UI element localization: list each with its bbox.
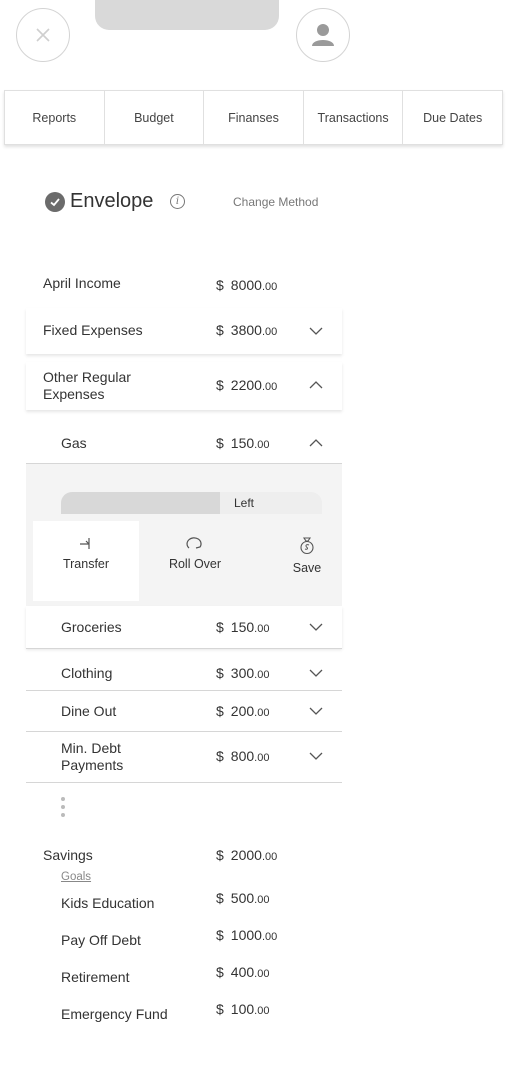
goal-amount: $1000.00 xyxy=(216,927,278,943)
roll-over-icon xyxy=(186,537,202,549)
goal-amount: $400.00 xyxy=(216,964,270,980)
profile-button[interactable] xyxy=(296,8,350,62)
money-bag-icon xyxy=(300,537,314,555)
savings-label: Savings xyxy=(43,847,93,863)
tab-budget[interactable]: Budget xyxy=(105,91,205,144)
info-icon[interactable]: i xyxy=(170,194,185,209)
transfer-icon xyxy=(80,538,90,549)
close-button[interactable] xyxy=(16,8,70,62)
chevron-down-icon[interactable] xyxy=(309,668,323,678)
fixed-expenses-label: Fixed Expenses xyxy=(43,322,143,338)
divider xyxy=(26,782,342,783)
income-label: April Income xyxy=(43,275,121,291)
check-icon xyxy=(45,192,65,212)
chevron-up-icon[interactable] xyxy=(309,438,323,448)
chevron-down-icon[interactable] xyxy=(309,751,323,761)
goal-label: Emergency Fund xyxy=(61,1006,168,1022)
goal-amount: $500.00 xyxy=(216,890,270,906)
other-regular-expenses-amount: $2200.00 xyxy=(216,377,278,393)
goals-link[interactable]: Goals xyxy=(61,871,91,883)
other-regular-expenses-label: Other Regular Expenses xyxy=(43,369,131,402)
page-title: Envelope xyxy=(70,190,154,212)
divider xyxy=(26,648,342,649)
close-icon xyxy=(36,28,50,42)
roll-over-button[interactable]: Roll Over xyxy=(142,521,248,601)
divider xyxy=(26,690,342,691)
goal-amount: $100.00 xyxy=(216,1001,270,1017)
dine-out-amount: $200.00 xyxy=(216,703,270,719)
clothing-label: Clothing xyxy=(61,665,113,681)
goal-label: Retirement xyxy=(61,969,130,985)
min-debt-payments-label: Min. Debt Payments xyxy=(61,740,124,773)
transfer-button[interactable]: Transfer xyxy=(33,521,139,601)
gas-progress-used xyxy=(61,492,221,514)
tab-bar: Reports Budget Finanses Transactions Due… xyxy=(4,90,503,145)
income-amount: $8000.00 xyxy=(216,277,278,293)
save-button[interactable]: Save xyxy=(254,521,360,601)
savings-amount: $2000.00 xyxy=(216,847,278,863)
change-method-link[interactable]: Change Method xyxy=(233,195,318,209)
gas-label: Gas xyxy=(61,435,87,451)
chevron-down-icon[interactable] xyxy=(309,326,323,336)
clothing-amount: $300.00 xyxy=(216,665,270,681)
groceries-amount: $150.00 xyxy=(216,619,270,635)
tab-transactions[interactable]: Transactions xyxy=(304,91,404,144)
tab-reports[interactable]: Reports xyxy=(5,91,105,144)
chevron-up-icon[interactable] xyxy=(309,380,323,390)
goal-label: Kids Education xyxy=(61,895,155,911)
tab-due-dates[interactable]: Due Dates xyxy=(403,91,502,144)
chevron-down-icon[interactable] xyxy=(309,622,323,632)
more-icon[interactable] xyxy=(61,797,67,821)
fixed-expenses-amount: $3800.00 xyxy=(216,322,278,338)
gas-left-label: Left xyxy=(234,496,255,510)
gas-amount: $150.00 xyxy=(216,435,270,451)
goal-label: Pay Off Debt xyxy=(61,932,141,948)
chevron-down-icon[interactable] xyxy=(309,706,323,716)
gas-progress-bar xyxy=(61,492,322,514)
dine-out-label: Dine Out xyxy=(61,703,117,719)
min-debt-payments-amount: $800.00 xyxy=(216,748,270,764)
top-handle xyxy=(95,0,279,30)
user-icon xyxy=(312,24,334,46)
tab-finanses[interactable]: Finanses xyxy=(204,91,304,144)
groceries-label: Groceries xyxy=(61,619,122,635)
divider xyxy=(26,731,342,732)
